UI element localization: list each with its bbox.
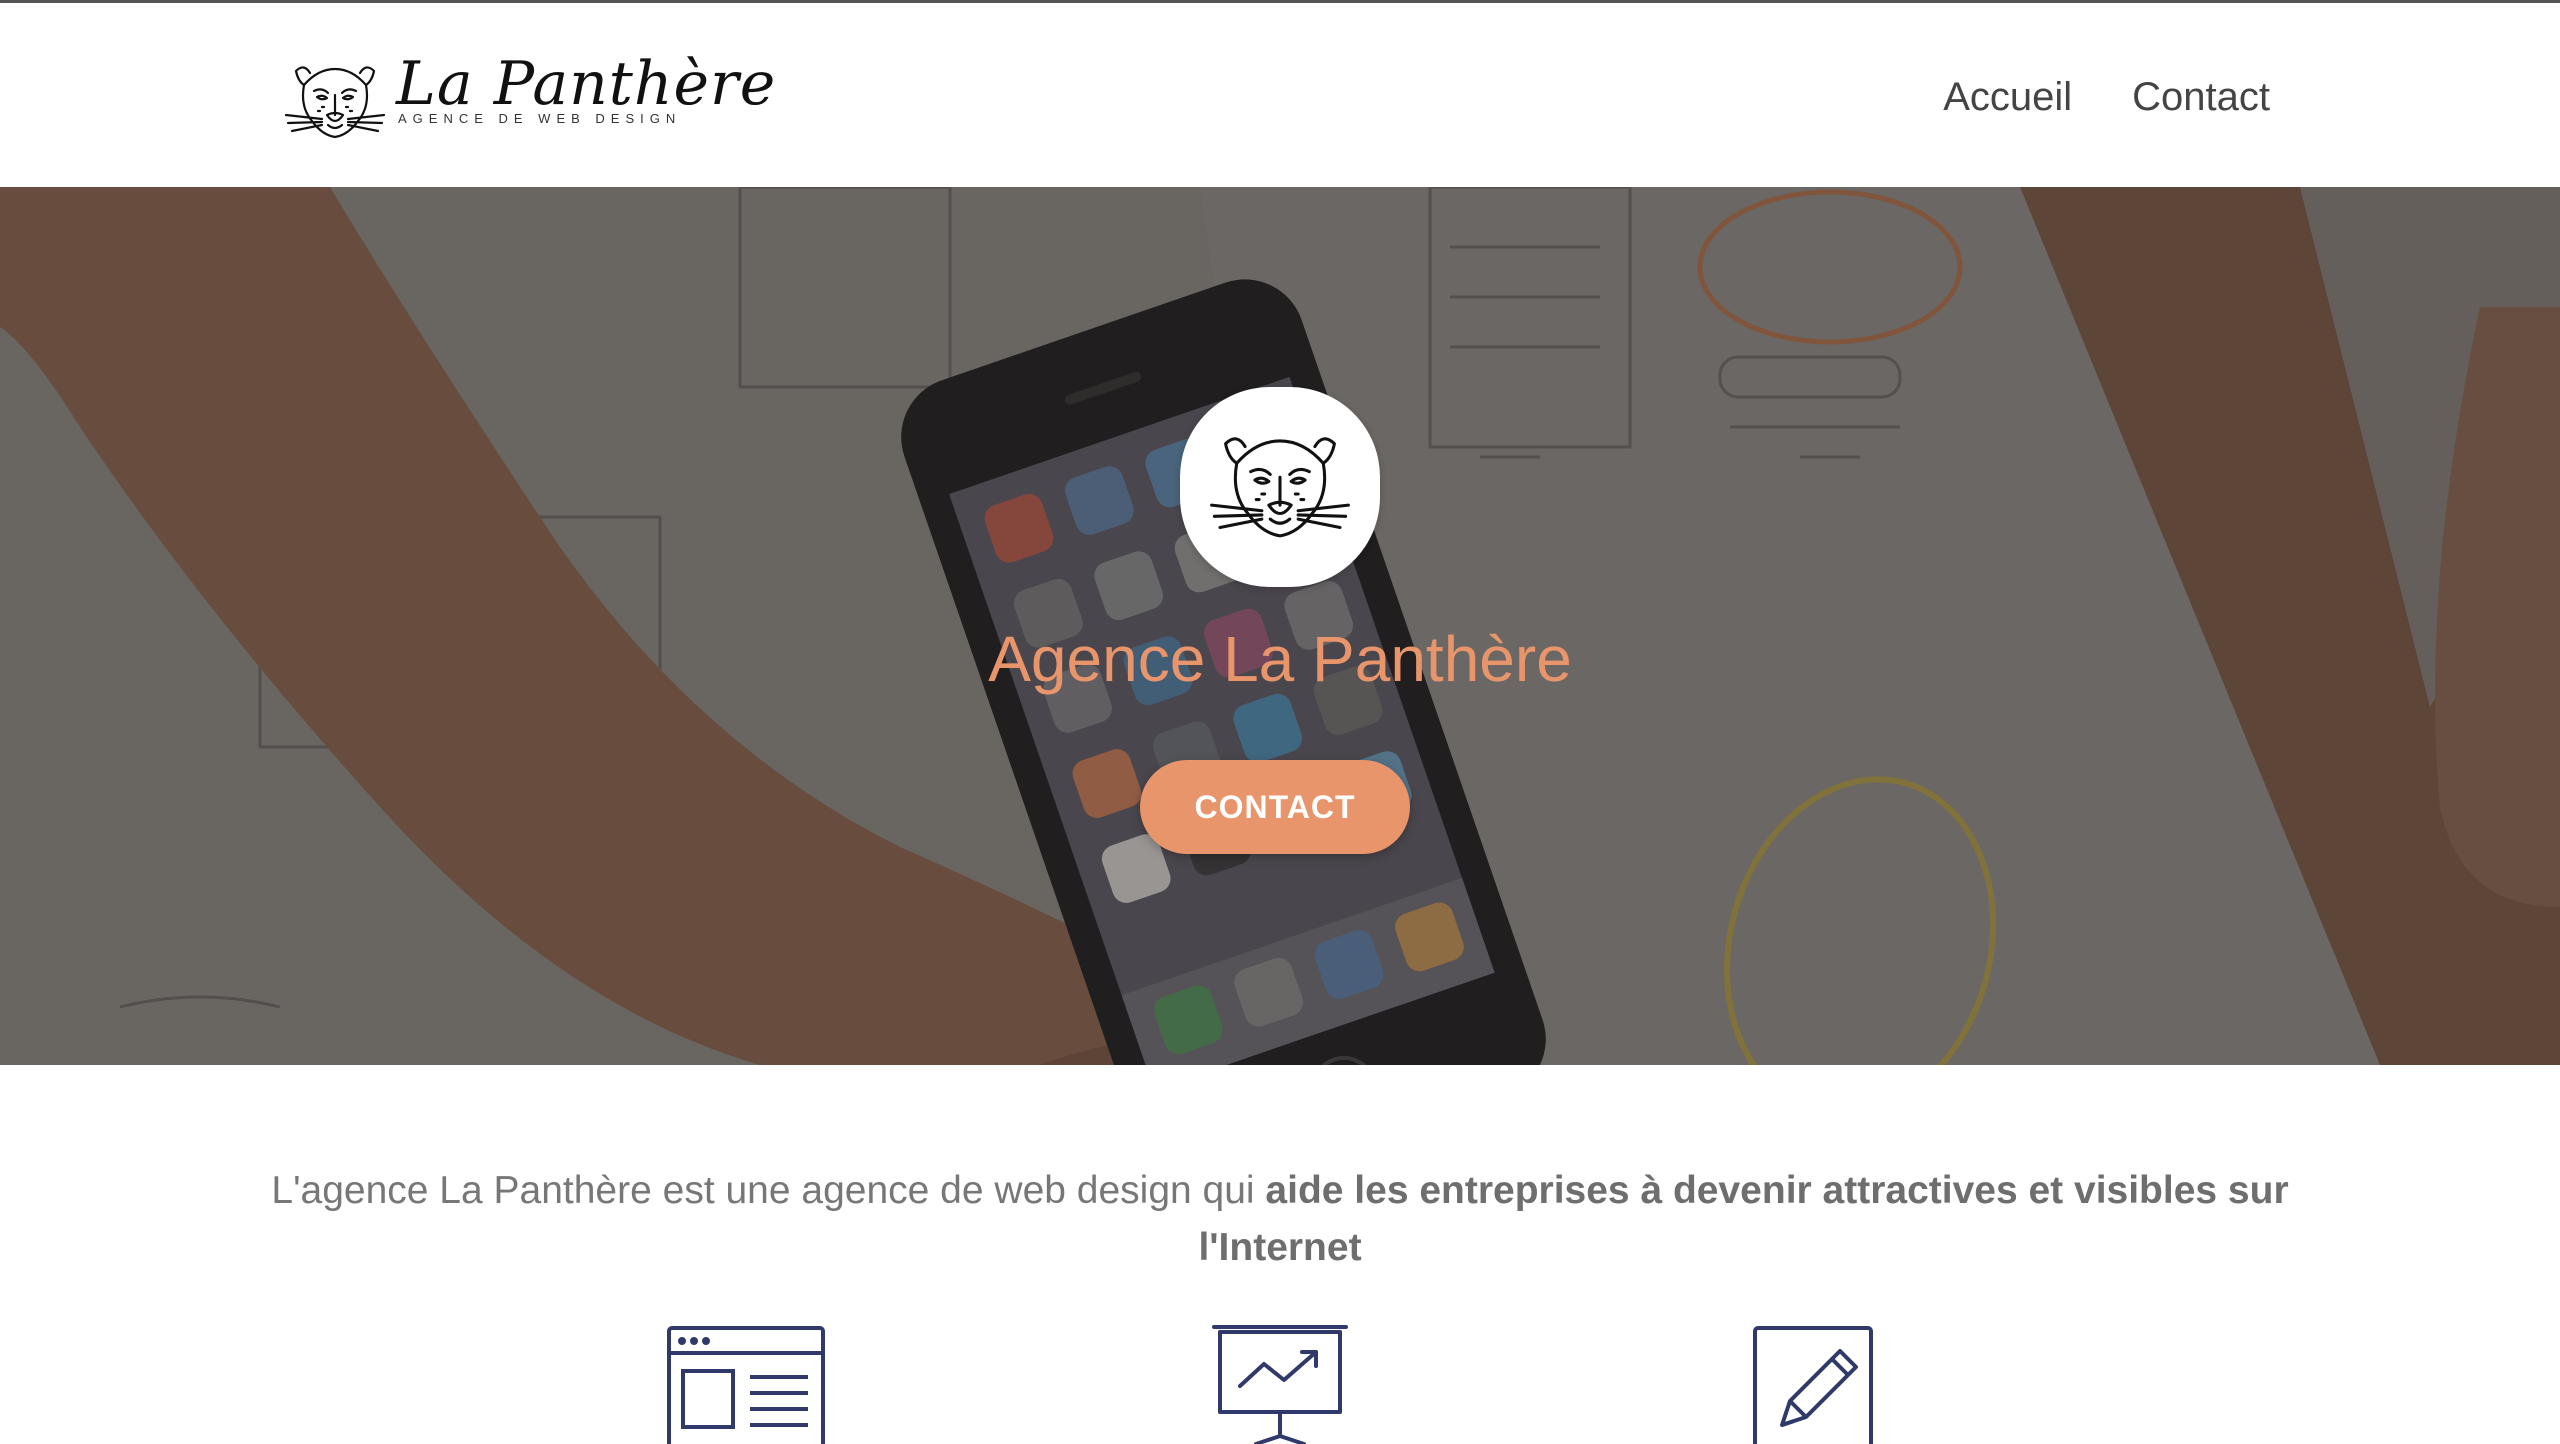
logo-subtitle: AGENCE DE WEB DESIGN xyxy=(398,111,682,126)
hero-section: Agence La Panthère CONTACT xyxy=(0,187,2560,1065)
logo-title: La Panthère xyxy=(396,49,777,119)
panther-head-icon xyxy=(1210,437,1350,538)
nav-link-accueil[interactable]: Accueil xyxy=(1943,75,2072,120)
nav-link-contact[interactable]: Contact xyxy=(2132,75,2270,120)
hero-badge xyxy=(1180,387,1380,587)
contact-button[interactable]: CONTACT xyxy=(1140,760,1410,854)
pencil-edit-icon xyxy=(1753,1326,1873,1444)
presentation-chart-icon xyxy=(1212,1325,1348,1444)
website-layout-icon xyxy=(667,1326,825,1444)
site-header: La Panthère AGENCE DE WEB DESIGN Accueil… xyxy=(0,3,2560,187)
hero-title: Agence La Panthère xyxy=(988,623,1572,695)
intro-text: L'agence La Panthère est une agence de w… xyxy=(240,1162,2320,1276)
main-nav: Accueil Contact xyxy=(1943,75,2270,120)
intro-text-plain: L'agence La Panthère est une agence de w… xyxy=(271,1169,1266,1212)
site-logo[interactable]: La Panthère AGENCE DE WEB DESIGN xyxy=(282,49,775,149)
intro-text-bold: aide les entreprises à devenir attractiv… xyxy=(1198,1169,2289,1269)
panther-logo-icon xyxy=(284,66,386,139)
